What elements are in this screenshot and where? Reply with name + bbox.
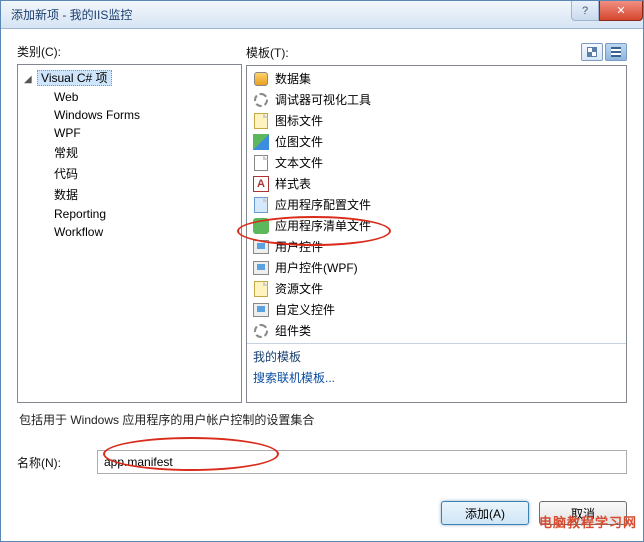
bitmap-icon — [253, 134, 269, 150]
user-control-wpf-icon — [253, 260, 269, 276]
cancel-button[interactable]: 取消 — [539, 501, 627, 525]
resource-file-icon — [253, 281, 269, 297]
categories-label: 类别(C): — [17, 43, 242, 60]
template-item[interactable]: 文本文件 — [247, 152, 626, 173]
debugger-visualizer-icon — [253, 92, 269, 108]
template-item[interactable]: 自定义控件 — [247, 299, 626, 320]
categories-tree[interactable]: ◢ Visual C# 项 Web Windows Forms WPF 常规 代… — [17, 64, 242, 403]
template-item[interactable]: A样式表 — [247, 173, 626, 194]
close-button[interactable]: ✕ — [599, 1, 643, 21]
my-templates-header: 我的模板 — [247, 343, 626, 367]
template-item[interactable]: 组件类 — [247, 320, 626, 341]
category-item[interactable]: 常规 — [18, 142, 241, 163]
template-item[interactable]: 应用程序配置文件 — [247, 194, 626, 215]
stylesheet-icon: A — [253, 176, 269, 192]
view-large-icons-button[interactable] — [581, 43, 603, 61]
category-item[interactable]: Workflow — [18, 223, 241, 241]
template-item[interactable]: 位图文件 — [247, 131, 626, 152]
template-item[interactable]: 用户控件(WPF) — [247, 257, 626, 278]
list-icon — [611, 47, 621, 57]
templates-list[interactable]: 数据集 调试器可视化工具 图标文件 位图文件 文本文件 A样式表 应用程序配置文… — [246, 65, 627, 403]
window-title: 添加新项 - 我的IIS监控 — [11, 6, 132, 23]
description-text: 包括用于 Windows 应用程序的用户帐户控制的设置集合 — [19, 411, 625, 428]
name-label: 名称(N): — [17, 454, 77, 471]
user-control-icon — [253, 239, 269, 255]
titlebar: 添加新项 - 我的IIS监控 ? ✕ — [1, 1, 643, 29]
template-item[interactable]: 图标文件 — [247, 110, 626, 131]
dataset-icon — [253, 71, 269, 87]
add-button[interactable]: 添加(A) — [441, 501, 529, 525]
category-item[interactable]: Web — [18, 88, 241, 106]
app-manifest-icon — [253, 218, 269, 234]
templates-label: 模板(T): — [246, 44, 289, 61]
template-item[interactable]: 数据集 — [247, 68, 626, 89]
icon-file-icon — [253, 113, 269, 129]
category-item[interactable]: 代码 — [18, 163, 241, 184]
help-button[interactable]: ? — [571, 1, 599, 21]
template-item[interactable]: 用户控件 — [247, 236, 626, 257]
view-list-button[interactable] — [605, 43, 627, 61]
expand-arrow-icon: ◢ — [24, 74, 32, 85]
template-item[interactable]: 应用程序清单文件 — [247, 215, 626, 236]
category-item[interactable]: 数据 — [18, 184, 241, 205]
app-config-icon — [253, 197, 269, 213]
category-root[interactable]: ◢ Visual C# 项 — [18, 67, 241, 88]
category-item[interactable]: Reporting — [18, 205, 241, 223]
category-item[interactable]: Windows Forms — [18, 106, 241, 124]
search-online-templates-link[interactable]: 搜索联机模板... — [247, 367, 626, 388]
grid-icon — [587, 47, 597, 57]
template-item[interactable]: 调试器可视化工具 — [247, 89, 626, 110]
custom-control-icon — [253, 302, 269, 318]
text-file-icon — [253, 155, 269, 171]
component-class-icon — [253, 323, 269, 339]
template-item[interactable]: 资源文件 — [247, 278, 626, 299]
name-input[interactable] — [97, 450, 627, 474]
category-item[interactable]: WPF — [18, 124, 241, 142]
